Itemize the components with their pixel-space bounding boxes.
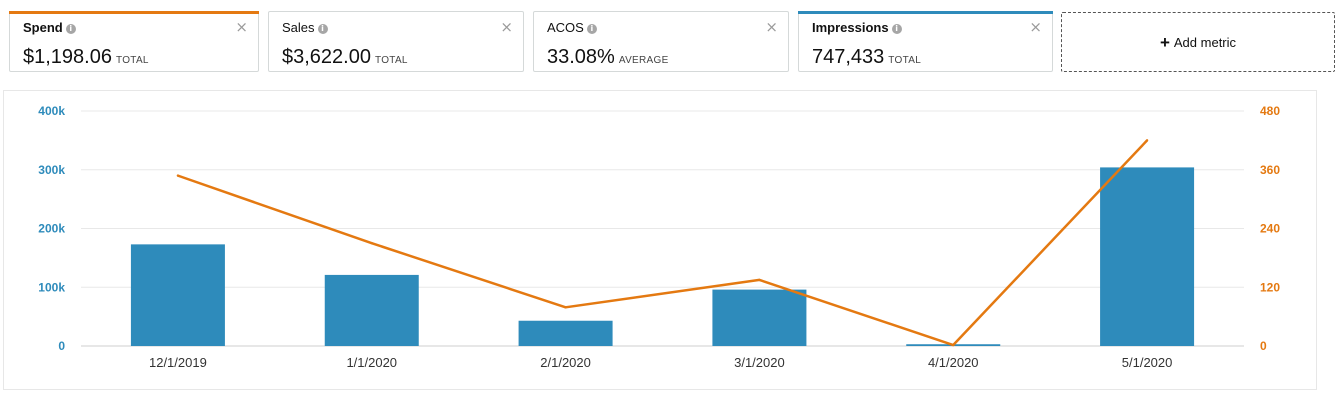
add-metric-button[interactable]: + Add metric bbox=[1061, 12, 1335, 72]
metric-suffix: AVERAGE bbox=[618, 55, 669, 66]
chart-panel: 0 0 100k 120 200k 240 300k 360 400k 480 12/1/2019 1… bbox=[3, 90, 1317, 390]
left-axis-tick-label: 100k bbox=[38, 280, 65, 294]
metric-label-wrap: Impressions i bbox=[812, 20, 902, 35]
metric-value-wrap: $1,198.06 TOTAL bbox=[23, 46, 149, 69]
right-axis-tick-label: 480 bbox=[1260, 104, 1280, 118]
right-axis-tick-label: 0 bbox=[1260, 339, 1267, 353]
line-point bbox=[370, 241, 373, 245]
line-point bbox=[564, 306, 567, 309]
metric-label: Sales bbox=[282, 20, 315, 35]
info-icon[interactable]: i bbox=[586, 24, 597, 34]
x-axis-tick-label: 1/1/2020 bbox=[346, 355, 397, 370]
metric-accent-bar bbox=[798, 11, 1053, 14]
metric-card-sales[interactable]: Sales i × $3,622.00 TOTAL bbox=[268, 11, 524, 72]
left-axis-tick-label: 0 bbox=[58, 339, 65, 353]
metric-card-acos[interactable]: ACOS i × 33.08% AVERAGE bbox=[533, 11, 789, 72]
add-metric-label: Add metric bbox=[1173, 34, 1237, 50]
left-axis-tick-label: 300k bbox=[38, 163, 65, 177]
metric-value: $3,622.00 bbox=[282, 46, 371, 68]
metric-label: Spend bbox=[23, 20, 63, 35]
left-axis-tick-label: 400k bbox=[38, 104, 65, 118]
metric-suffix: TOTAL bbox=[115, 55, 149, 66]
close-icon[interactable]: × bbox=[1029, 20, 1042, 35]
right-axis-tick-label: 240 bbox=[1260, 222, 1280, 236]
metric-label: Impressions bbox=[812, 20, 889, 35]
metric-value: $1,198.06 bbox=[23, 46, 112, 68]
left-axis-tick-label: 200k bbox=[38, 222, 65, 236]
series-line bbox=[177, 139, 1148, 347]
plus-icon: + bbox=[1159, 32, 1170, 52]
metric-value: 747,433 bbox=[812, 46, 885, 68]
metric-value-wrap: $3,622.00 TOTAL bbox=[282, 46, 408, 69]
metric-label-wrap: Sales i bbox=[282, 20, 328, 35]
bar bbox=[518, 320, 613, 346]
metric-suffix: TOTAL bbox=[374, 55, 408, 66]
bar bbox=[324, 274, 419, 346]
close-icon[interactable]: × bbox=[235, 20, 248, 35]
close-icon[interactable]: × bbox=[765, 20, 778, 35]
metric-card-impressions[interactable]: Impressions i × 747,433 TOTAL bbox=[798, 11, 1053, 72]
metric-suffix: TOTAL bbox=[888, 55, 922, 66]
x-axis-tick-label: 12/1/2019 bbox=[149, 355, 207, 370]
info-icon[interactable]: i bbox=[65, 24, 76, 34]
metric-label-wrap: Spend i bbox=[23, 20, 76, 35]
metric-accent-bar bbox=[9, 11, 259, 14]
combo-chart: 0 0 100k 120 200k 240 300k 360 400k 480 12/1/2019 1… bbox=[38, 104, 1280, 370]
x-axis-tick-label: 3/1/2020 bbox=[734, 355, 785, 370]
line-point bbox=[176, 174, 180, 177]
x-axis-tick-label: 2/1/2020 bbox=[540, 355, 591, 370]
line-point bbox=[1145, 139, 1149, 142]
bar bbox=[712, 289, 807, 346]
metric-card-spend[interactable]: Spend i × $1,198.06 TOTAL bbox=[9, 11, 259, 72]
right-axis-tick-label: 120 bbox=[1260, 280, 1280, 294]
bar bbox=[1100, 167, 1195, 346]
metric-label-wrap: ACOS i bbox=[547, 20, 597, 35]
line-point bbox=[758, 278, 761, 282]
info-icon[interactable]: i bbox=[891, 24, 902, 34]
line-point bbox=[952, 343, 955, 347]
x-axis-tick-label: 5/1/2020 bbox=[1122, 355, 1173, 370]
right-axis-tick-label: 360 bbox=[1260, 163, 1280, 177]
metric-label: ACOS bbox=[547, 20, 584, 35]
info-icon[interactable]: i bbox=[317, 24, 328, 34]
metric-value-wrap: 747,433 TOTAL bbox=[812, 46, 921, 69]
bar bbox=[130, 244, 225, 346]
close-icon[interactable]: × bbox=[500, 20, 513, 35]
x-axis-tick-label: 4/1/2020 bbox=[928, 355, 979, 370]
metric-value-wrap: 33.08% AVERAGE bbox=[547, 46, 669, 69]
metric-value: 33.08% bbox=[547, 46, 615, 68]
